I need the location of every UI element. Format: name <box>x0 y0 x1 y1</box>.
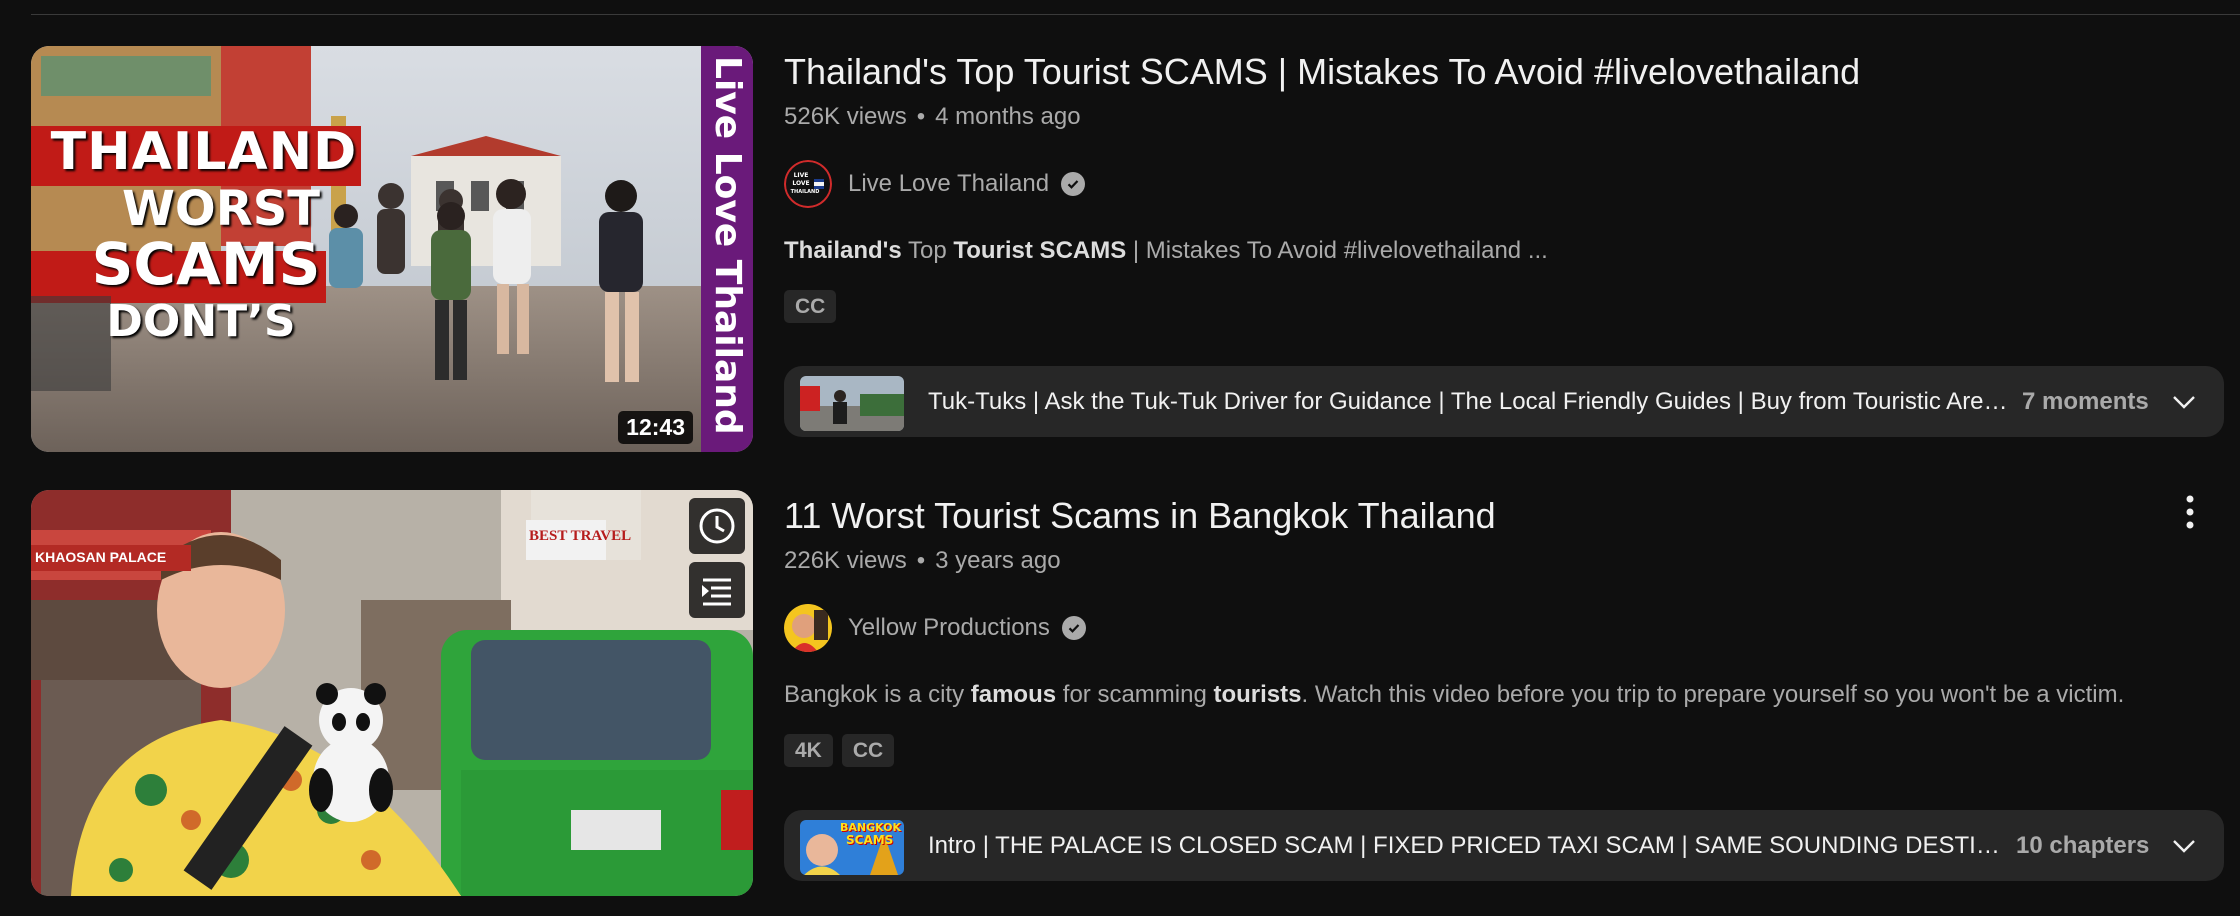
description-text: for scamming <box>1056 681 1214 708</box>
thumbnail-caption-line2: WORST <box>121 181 321 237</box>
channel-row[interactable]: LIVE LOVE THAILAND Live Love Thailand <box>784 160 1086 208</box>
more-vert-icon[interactable] <box>2170 492 2210 532</box>
thumbnail-caption-line1: THAILAND <box>50 122 358 182</box>
thumbnail-side-caption: Live Love Thailand <box>707 56 748 435</box>
chevron-down-icon[interactable] <box>2168 830 2200 862</box>
video-result[interactable]: BEST TRAVEL KHAOSAN PALACE 11 Worst Tour… <box>31 490 2240 896</box>
meta-separator: • <box>916 103 926 130</box>
description-highlight: famous <box>970 681 1057 708</box>
thumbnail-caption-line3: SCAMS <box>91 230 321 298</box>
video-thumbnail[interactable]: THAILAND WORST SCAMS DONT’S Live Love Th… <box>31 46 753 452</box>
clock-icon[interactable] <box>689 498 745 554</box>
description-text: Bangkok is a city <box>784 681 971 708</box>
check-circle-icon <box>1061 172 1086 196</box>
thumbnail-sign-text: KHAOSAN PALACE <box>35 549 167 565</box>
queue-icon[interactable] <box>689 562 745 618</box>
video-title[interactable]: Thailand's Top Tourist SCAMS | Mistakes … <box>784 50 1860 94</box>
channel-name[interactable]: Yellow Productions <box>848 614 1050 642</box>
chapters-bar[interactable]: BANGKOK SCAMS Intro | THE PALACE IS CLOS… <box>784 810 2224 881</box>
avatar-text: LOVE <box>792 180 809 187</box>
description-highlight: Tourist SCAMS <box>953 237 1127 264</box>
duration-badge: 12:43 <box>618 411 693 444</box>
channel-name[interactable]: Live Love Thailand <box>848 170 1049 198</box>
cc-badge: CC <box>784 290 837 323</box>
video-result[interactable]: THAILAND WORST SCAMS DONT’S Live Love Th… <box>31 46 2240 452</box>
channel-avatar[interactable] <box>784 604 832 652</box>
channel-avatar[interactable]: LIVE LOVE THAILAND <box>784 160 832 208</box>
video-info: Thailand's Top Tourist SCAMS | Mistakes … <box>784 46 2240 452</box>
meta-separator: • <box>916 547 926 574</box>
chevron-down-icon[interactable] <box>2168 386 2200 418</box>
description-highlight: Thailand's <box>784 237 902 264</box>
chapters-count: 10 chapters <box>2016 832 2150 859</box>
chapters-summary: Intro | THE PALACE IS CLOSED SCAM | FIXE… <box>928 832 2008 859</box>
video-info: 11 Worst Tourist Scams in Bangkok Thaila… <box>784 490 2240 896</box>
video-title[interactable]: 11 Worst Tourist Scams in Bangkok Thaila… <box>784 494 1496 538</box>
key-moments-bar[interactable]: Tuk-Tuks | Ask the Tuk-Tuk Driver for Gu… <box>784 366 2224 437</box>
4k-badge: 4K <box>784 734 833 767</box>
badge-row: 4K CC <box>784 734 895 767</box>
upload-age: 3 years ago <box>935 547 1061 574</box>
description-text: Top <box>901 237 954 264</box>
video-meta: 526K views • 4 months ago <box>784 102 1081 132</box>
chapter-thumbnail-text: SCAMS <box>846 833 894 847</box>
avatar-text: LIVE <box>794 172 809 179</box>
moments-count: 7 moments <box>2022 388 2149 415</box>
description-text: | Mistakes To Avoid #livelovethailand ..… <box>1126 237 1548 264</box>
moment-thumbnail <box>800 376 904 431</box>
description-text: . Watch this video before you trip to pr… <box>1301 681 2125 708</box>
avatar-text: THAILAND <box>791 189 820 195</box>
thumbnail-caption-line4: DONT’S <box>106 296 296 347</box>
badge-row: CC <box>784 290 837 323</box>
channel-row[interactable]: Yellow Productions <box>784 604 1086 652</box>
view-count: 226K views <box>784 547 907 574</box>
top-divider <box>31 14 2240 15</box>
video-meta: 226K views • 3 years ago <box>784 546 1061 576</box>
thumbnail-sign-text: BEST TRAVEL <box>529 528 632 544</box>
video-description: Thailand's Top Tourist SCAMS | Mistakes … <box>784 236 1548 266</box>
upload-age: 4 months ago <box>935 103 1081 130</box>
cc-badge: CC <box>841 734 895 767</box>
check-circle-icon <box>1061 616 1086 640</box>
chapter-thumbnail: BANGKOK SCAMS <box>800 820 904 875</box>
view-count: 526K views <box>784 103 907 130</box>
description-highlight: tourists <box>1213 681 1302 708</box>
video-thumbnail[interactable]: BEST TRAVEL KHAOSAN PALACE <box>31 490 753 896</box>
moments-summary: Tuk-Tuks | Ask the Tuk-Tuk Driver for Gu… <box>928 388 2013 415</box>
video-description: Bangkok is a city famous for scamming to… <box>784 680 2124 710</box>
